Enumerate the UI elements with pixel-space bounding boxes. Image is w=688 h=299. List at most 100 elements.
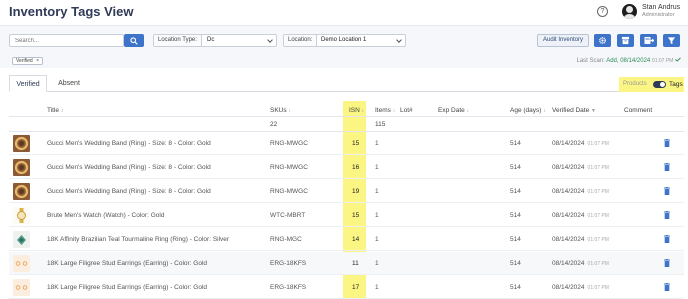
toggle-products-label: Products [623, 81, 647, 87]
product-thumbnail [13, 159, 30, 176]
delete-icon[interactable] [664, 259, 670, 267]
settings-button[interactable] [594, 34, 611, 47]
toggle-switch[interactable] [653, 81, 666, 88]
row-title: 18K Large Filigree Stud Earrings (Earrin… [47, 284, 208, 291]
row-isn: 15 [352, 212, 360, 219]
table-row[interactable]: Brute Men's Watch (Watch) - Color: Gold W… [9, 204, 684, 227]
row-verified-date: 08/14/2024 01:07 PM [552, 188, 609, 195]
product-thumbnail [13, 135, 30, 152]
chevron-down-icon [396, 37, 402, 43]
filter-button[interactable] [663, 34, 680, 47]
column-header-verified-date[interactable]: Verified Date ▼ [552, 107, 596, 114]
delete-icon[interactable] [664, 211, 670, 219]
tab-absent[interactable]: Absent [54, 75, 84, 92]
row-verified-date: 08/14/2024 01:07 PM [552, 284, 609, 291]
column-header-exp-date[interactable]: Exp Date ↕ [438, 107, 469, 114]
filter-chip-verified[interactable]: Verified × [12, 57, 43, 65]
search-button[interactable] [124, 34, 144, 47]
chevron-down-icon [267, 37, 273, 43]
row-isn: 16 [352, 164, 360, 171]
table-row[interactable]: Gucci Men's Wedding Band (Ring) - Size: … [9, 156, 684, 179]
delete-icon[interactable] [664, 163, 670, 171]
location-type-value: Dc [207, 37, 215, 43]
location-type-select[interactable]: Location Type: Dc [153, 34, 277, 47]
products-tags-toggle[interactable]: Products Tags [619, 77, 684, 92]
table-row[interactable]: Gucci Men's Wedding Band (Ring) - Size: … [9, 180, 684, 203]
chip-label: Verified [16, 58, 33, 64]
row-items: 1 [375, 164, 379, 171]
last-scan-time: 01:07 PM [651, 58, 674, 64]
row-title: Brute Men's Watch (Watch) - Color: Gold [47, 212, 165, 219]
delete-icon[interactable] [664, 187, 670, 195]
row-sku: RNG-MWGC [270, 140, 308, 147]
column-header-title[interactable]: Title ↕ [47, 107, 63, 114]
table-row[interactable]: 18K Affinity Brazilian Teal Tourmaline R… [9, 228, 684, 251]
delete-icon[interactable] [664, 283, 670, 291]
row-age: 514 [510, 260, 521, 267]
row-items: 1 [375, 188, 379, 195]
row-verified-date: 08/14/2024 01:07 PM [552, 236, 609, 243]
column-header-lot[interactable]: Lot# [400, 107, 413, 114]
row-items: 1 [375, 236, 379, 243]
help-icon[interactable]: ? [597, 6, 608, 17]
check-icon [675, 57, 681, 62]
product-thumbnail [13, 183, 30, 200]
archive-button[interactable] [617, 34, 634, 47]
column-header-comment: Comment [624, 107, 653, 114]
column-header-skus[interactable]: SKUs ↕ [270, 107, 291, 114]
row-sku: WTC-MBRT [270, 212, 306, 219]
row-isn: 15 [352, 140, 360, 147]
row-verified-date: 08/14/2024 01:07 PM [552, 260, 609, 267]
archive-icon [621, 36, 630, 45]
product-thumbnail [13, 279, 30, 296]
row-title: 18K Large Filigree Stud Earrings (Earrin… [47, 260, 208, 267]
table-row[interactable]: 18K Large Filigree Stud Earrings (Earrin… [9, 252, 684, 275]
row-title: Gucci Men's Wedding Band (Ring) - Size: … [47, 188, 211, 195]
row-age: 514 [510, 212, 521, 219]
table-row[interactable]: Gucci Men's Wedding Band (Ring) - Size: … [9, 132, 684, 155]
audit-inventory-button[interactable]: Audit Inventory [537, 34, 589, 47]
search-icon [130, 37, 138, 45]
summary-skus: 22 [270, 121, 278, 128]
tab-bar: Verified Absent [9, 75, 681, 92]
last-scan-value: Add, 08/14/2024 [606, 58, 651, 64]
column-header-age[interactable]: Age (days) ↕ [510, 107, 546, 114]
user-name[interactable]: Stan Andrus [642, 4, 680, 11]
column-header-isn[interactable]: ISN ↕ [349, 107, 364, 114]
search-input[interactable] [9, 34, 124, 47]
active-filters-bar: Verified × Last Scan: Add, 08/14/2024 01… [0, 53, 688, 68]
product-thumbnail [13, 255, 30, 272]
summary-items: 115 [375, 121, 386, 128]
export-button[interactable] [640, 34, 657, 47]
row-isn: 17 [352, 284, 360, 291]
row-items: 1 [375, 140, 379, 147]
row-sku: RNG-MWGC [270, 188, 308, 195]
filter-bar: Location Type: Dc Location: Demo Locatio… [0, 26, 688, 53]
location-label: Location: [284, 35, 318, 46]
top-bar: Inventory Tags View ? Stan Andrus Admini… [0, 0, 688, 26]
row-age: 514 [510, 188, 521, 195]
tab-verified[interactable]: Verified [9, 75, 47, 92]
last-scan-label: Last Scan: [576, 58, 605, 64]
product-thumbnail [13, 207, 30, 224]
row-items: 1 [375, 284, 379, 291]
close-icon[interactable]: × [36, 58, 39, 64]
column-header-items[interactable]: Items ↕ [375, 107, 395, 114]
row-items: 1 [375, 260, 379, 267]
filter-icon [667, 37, 676, 45]
export-icon [644, 37, 654, 44]
row-title: Gucci Men's Wedding Band (Ring) - Size: … [47, 164, 211, 171]
toggle-tags-label: Tags [669, 81, 683, 88]
row-sku: RNG-MGC [270, 236, 302, 243]
row-isn: 19 [352, 188, 360, 195]
location-value: Demo Location 1 [321, 37, 367, 43]
avatar[interactable] [622, 4, 637, 19]
row-sku: ERG-18KFS [270, 284, 307, 291]
table-row[interactable]: 18K Large Filigree Stud Earrings (Earrin… [9, 276, 684, 299]
delete-icon[interactable] [664, 235, 670, 243]
delete-icon[interactable] [664, 139, 670, 147]
user-role: Administrator [642, 12, 675, 18]
row-verified-date: 08/14/2024 01:07 PM [552, 212, 609, 219]
row-items: 1 [375, 212, 379, 219]
location-select[interactable]: Location: Demo Location 1 [283, 34, 406, 47]
